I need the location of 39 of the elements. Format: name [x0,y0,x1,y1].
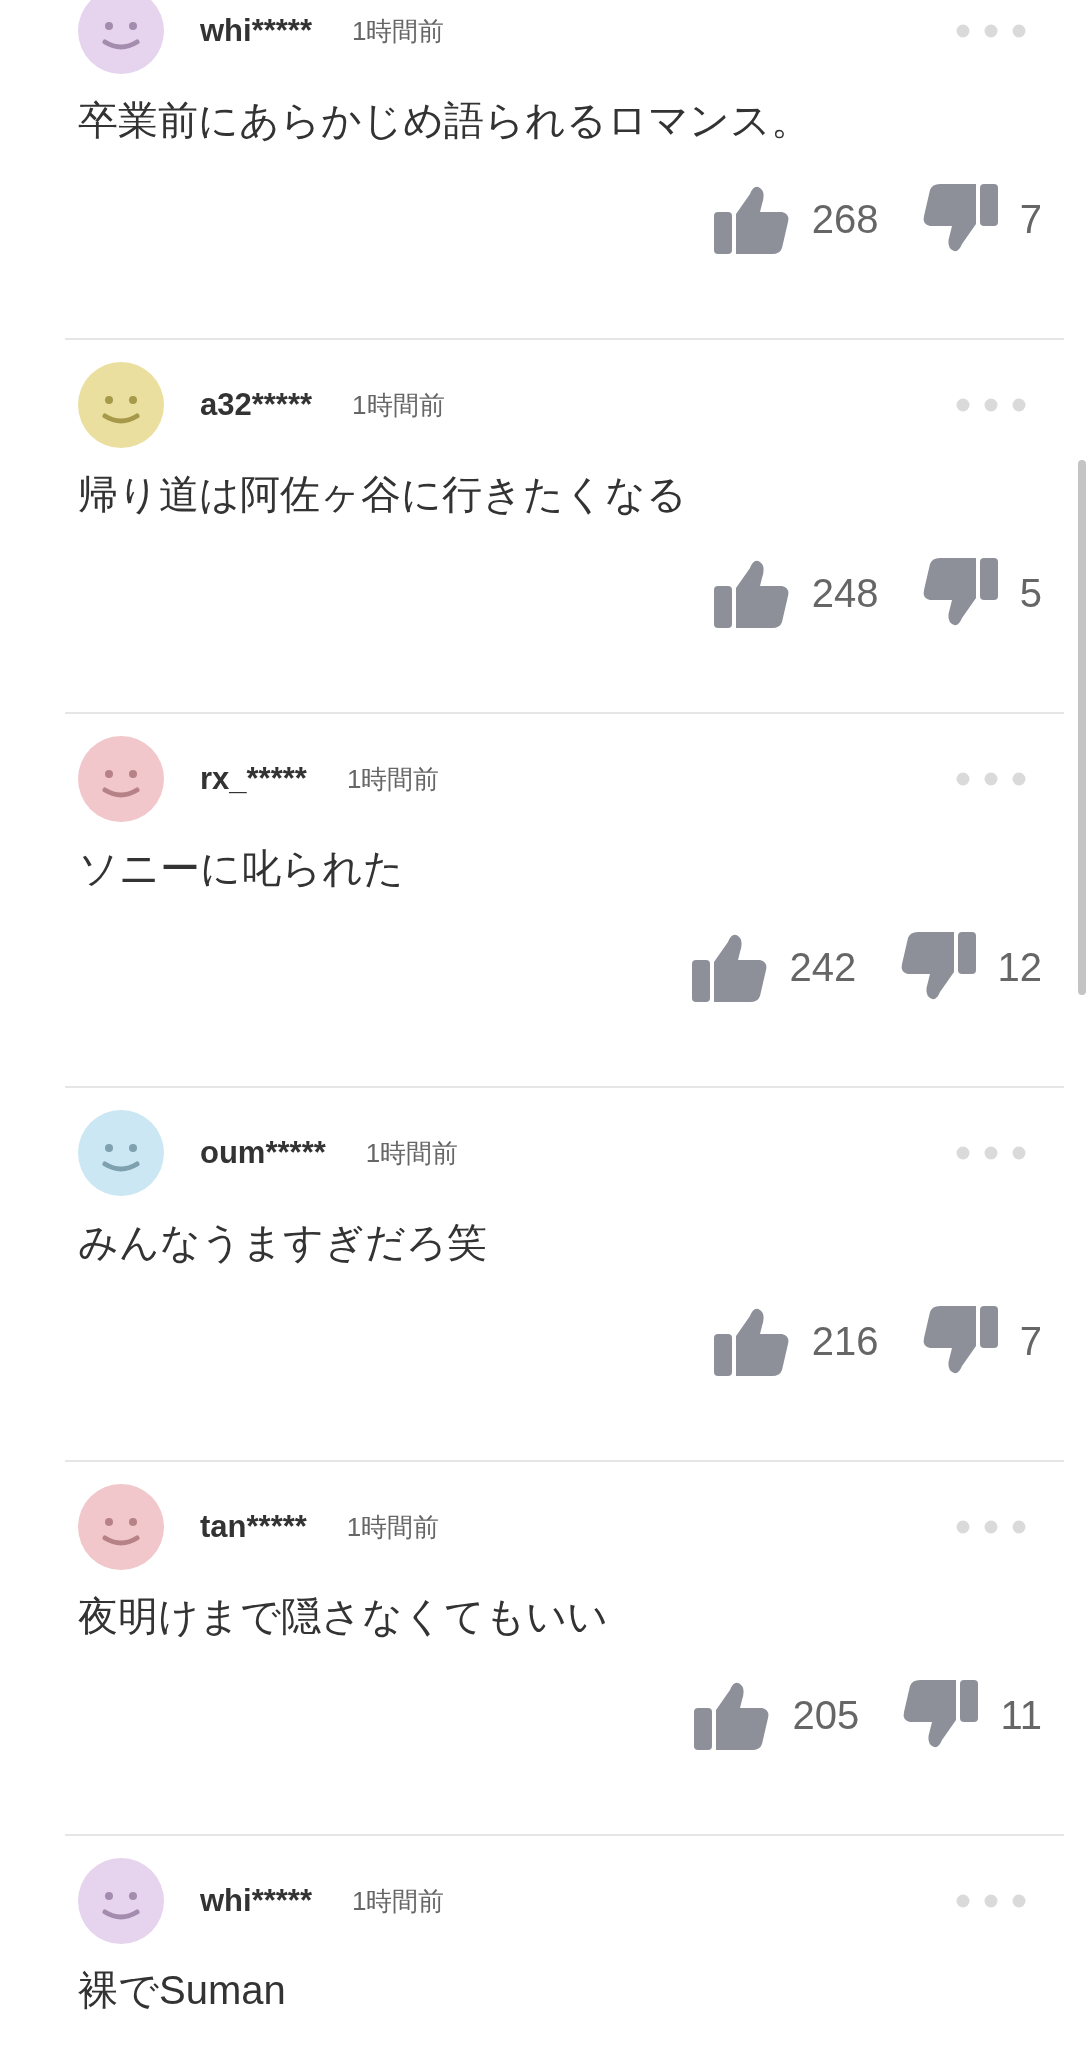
thumbs-up-icon[interactable] [713,1306,790,1376]
timestamp: 1時間前 [352,14,445,48]
username[interactable]: whi***** [200,1883,312,1919]
username[interactable]: a32***** [200,387,313,423]
like-count: 205 [792,1692,861,1738]
timestamp: 1時間前 [346,762,440,796]
thumbs-up-icon[interactable] [713,184,790,254]
dislike-count: 11 [1000,1692,1042,1738]
thumbs-down-icon[interactable] [902,1680,979,1750]
like-count: 216 [811,1318,880,1364]
thumbs-down-icon[interactable] [899,932,976,1002]
scrollbar[interactable] [1078,460,1086,995]
username[interactable]: oum***** [200,1135,326,1171]
timestamp: 1時間前 [365,1136,459,1170]
comment-text: 夜明けまで隠さなくてもいい [77,1593,609,1640]
timestamp: 1時間前 [352,1884,445,1918]
thumbs-down-icon[interactable] [921,184,998,254]
thumbs-up-icon[interactable] [691,932,768,1002]
comment-text: 裸でSuman [77,1967,287,2014]
username[interactable]: tan***** [200,1509,307,1545]
dislike-count: 7 [1019,1318,1042,1364]
thumbs-up-icon[interactable] [713,558,790,628]
comment-text: ソニーに叱られた [77,845,405,892]
like-count: 268 [811,196,880,242]
comment-text: 卒業前にあらかじめ語られるロマンス。 [77,97,812,144]
like-count: 242 [789,944,858,990]
dislike-count: 12 [997,944,1042,990]
thumbs-down-icon[interactable] [921,1306,998,1376]
like-count: 248 [811,570,880,616]
username[interactable]: rx_***** [200,761,307,797]
dislike-count: 7 [1019,196,1042,242]
timestamp: 1時間前 [346,1510,440,1544]
timestamp: 1時間前 [352,388,445,422]
username[interactable]: whi***** [200,13,312,49]
thumbs-up-icon[interactable] [694,1680,771,1750]
dislike-count: 5 [1019,570,1042,616]
thumbs-down-icon[interactable] [921,558,998,628]
comment-text: みんなうますぎだろ笑 [77,1219,488,1266]
comment-text: 帰り道は阿佐ヶ谷に行きたくなる [77,471,688,518]
